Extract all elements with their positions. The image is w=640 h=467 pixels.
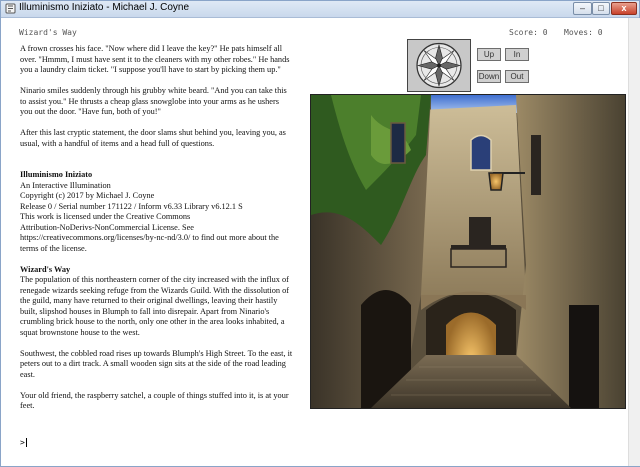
score-readout: Score: 0 <box>509 28 548 37</box>
story-line: to assist you." He thrusts a cheap glass… <box>20 96 279 106</box>
title-bar[interactable]: Illuminismo Iniziato - Michael J. Coyne … <box>1 1 639 18</box>
story-line: east. <box>20 369 35 379</box>
game-banner: Illuminismo Iniziato An Interactive Illu… <box>20 170 308 254</box>
banner-line: Copyright (c) 2017 by Michael J. Coyne <box>20 191 155 200</box>
banner-line: Attribution-NoDerivs-NonCommercial Licen… <box>20 222 194 232</box>
out-button[interactable]: Out <box>505 70 529 83</box>
game-title: Illuminismo Iniziato <box>20 170 93 179</box>
story-paragraph: Southwest, the cobbled road rises up tow… <box>20 349 308 381</box>
room-line: The population of this northeastern corn… <box>20 275 289 284</box>
maximize-button[interactable]: □ <box>592 2 610 15</box>
window-title: Illuminismo Iniziato - Michael J. Coyne <box>19 2 190 13</box>
close-button[interactable]: x <box>611 2 637 15</box>
story-paragraph: After this last cryptic statement, the d… <box>20 128 308 149</box>
story-line: feet. <box>20 401 35 410</box>
story-line: Your old friend, the raspberry satchel, … <box>20 390 289 400</box>
banner-line: https://creativecommons.org/licenses/by-… <box>20 233 279 242</box>
story-line: Ninario smiles suddenly through his grub… <box>20 86 287 95</box>
minimize-button[interactable]: – <box>573 2 592 15</box>
story-line: Southwest, the cobbled road rises up tow… <box>20 348 293 358</box>
room-line: squat brownstone house to the west. <box>20 327 140 337</box>
story-paragraph: Ninario smiles suddenly through his grub… <box>20 86 308 118</box>
text-cursor <box>25 438 27 447</box>
room-line: built, slipshod houses in Blumph to fall… <box>20 306 270 316</box>
app-window: Illuminismo Iniziato - Michael J. Coyne … <box>0 0 640 467</box>
banner-line: terms of the license. <box>20 243 87 253</box>
in-button[interactable]: In <box>505 48 529 61</box>
story-line: you out the door. "Have fun, both of you… <box>20 107 161 116</box>
moves-readout: Moves: 0 <box>564 28 603 37</box>
room-line: the guild, many have returned to their o… <box>20 296 278 305</box>
scrollbar[interactable] <box>628 18 640 466</box>
app-icon <box>5 3 16 14</box>
alley-illustration-icon <box>311 95 625 408</box>
story-line: A frown crosses his face. "Now where did… <box>20 44 283 53</box>
story-paragraph: A frown crosses his face. "Now where did… <box>20 44 308 76</box>
room-line: renegade wizards seeking refuge from the… <box>20 285 290 295</box>
story-line: over. "Hmmm, I must have sent it to the … <box>20 54 290 64</box>
up-button[interactable]: Up <box>477 48 501 61</box>
room-line: crumbling brick house to the north, only… <box>20 317 285 326</box>
command-prompt[interactable]: > <box>20 438 27 447</box>
story-text: A frown crosses his face. "Now where did… <box>20 44 308 422</box>
room-description: Wizard's Way The population of this nort… <box>20 265 308 339</box>
down-button[interactable]: Down <box>477 70 501 83</box>
prompt-symbol: > <box>20 438 25 447</box>
compass-star-icon <box>416 42 462 89</box>
banner-line: Release 0 / Serial number 171122 / Infor… <box>20 201 243 211</box>
banner-line: An Interactive Illumination <box>20 180 111 190</box>
story-paragraph: Your old friend, the raspberry satchel, … <box>20 391 308 412</box>
story-line: After this last cryptic statement, the d… <box>20 128 286 137</box>
compass-rose[interactable] <box>407 39 471 92</box>
story-line: peters out to a dirt track. A small wood… <box>20 359 286 368</box>
location-name: Wizard's Way <box>19 28 77 37</box>
story-line: you a laundry claim ticket. "I suppose y… <box>20 65 281 74</box>
story-line: usual, with a handful of items and a hea… <box>20 138 215 148</box>
room-title: Wizard's Way <box>20 264 71 274</box>
banner-line: This work is licensed under the Creative… <box>20 212 191 221</box>
location-illustration <box>310 94 626 409</box>
status-line: Wizard's Way Score: 0 Moves: 0 <box>19 28 619 42</box>
